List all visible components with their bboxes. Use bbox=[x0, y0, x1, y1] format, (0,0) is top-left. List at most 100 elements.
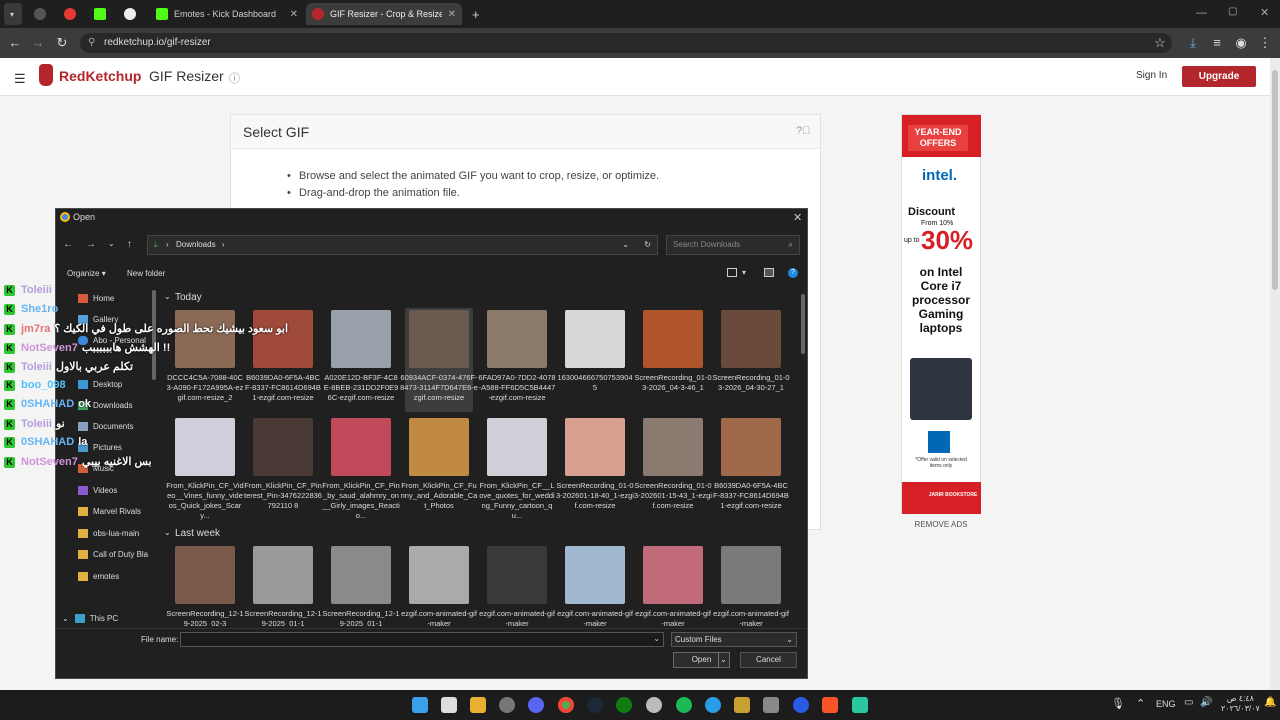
media-icon[interactable]: ≡ bbox=[1209, 35, 1225, 51]
file-thumbnail[interactable] bbox=[175, 310, 235, 368]
file-name[interactable]: From_KlickPin_CF__Love_quotes_for_weddin… bbox=[478, 481, 556, 522]
download-icon[interactable]: ⤓ bbox=[1185, 35, 1201, 51]
app-icon[interactable] bbox=[734, 697, 750, 713]
bookmark-star-icon[interactable]: ☆ bbox=[1152, 35, 1168, 51]
edge-icon[interactable] bbox=[705, 697, 721, 713]
sidebar-item-obs-lua-main[interactable]: obs-lua-main bbox=[78, 529, 139, 538]
file-thumbnail[interactable] bbox=[565, 310, 625, 368]
spotify-icon[interactable] bbox=[676, 697, 692, 713]
file-thumbnail[interactable] bbox=[175, 546, 235, 604]
chevron-down-icon[interactable]: ⌄ bbox=[653, 634, 660, 643]
forward-icon[interactable]: → bbox=[86, 239, 96, 250]
file-name[interactable]: From_KlickPin_CF_Video__Vines_funny_vide… bbox=[166, 481, 244, 522]
open-button[interactable]: Open ⌄ bbox=[673, 652, 730, 668]
close-icon[interactable]: ✕ bbox=[448, 9, 456, 20]
file-thumbnail[interactable] bbox=[487, 418, 547, 476]
file-thumbnail[interactable] bbox=[331, 418, 391, 476]
maximize-icon[interactable]: ▢ bbox=[1228, 6, 1237, 17]
volume-icon[interactable]: 🔊 bbox=[1200, 697, 1212, 708]
file-thumbnail[interactable] bbox=[721, 546, 781, 604]
help-icon[interactable]: ?⃝ bbox=[796, 125, 810, 137]
file-thumbnail[interactable] bbox=[331, 546, 391, 604]
chevron-down-icon[interactable]: ⌄ bbox=[108, 239, 115, 248]
file-name-input[interactable]: ⌄ bbox=[180, 632, 664, 647]
start-icon[interactable] bbox=[412, 697, 428, 713]
sidebar-item-documents[interactable]: Documents bbox=[78, 422, 133, 431]
view-icon[interactable] bbox=[727, 268, 737, 277]
tab-3[interactable] bbox=[118, 3, 144, 25]
file-thumbnail[interactable] bbox=[175, 418, 235, 476]
chevron-down-icon[interactable]: ⌄ bbox=[718, 653, 728, 667]
microphone-icon[interactable]: 🎙 bbox=[1111, 697, 1125, 710]
chrome-icon[interactable] bbox=[558, 697, 574, 713]
tab-kick-dashboard[interactable]: Emotes - Kick Dashboard ✕ bbox=[150, 3, 304, 25]
app-icon[interactable] bbox=[852, 697, 868, 713]
path-bar[interactable]: ⤓ › Downloads › ⌄ ↻ bbox=[147, 235, 658, 255]
file-thumbnail[interactable] bbox=[487, 546, 547, 604]
file-thumbnail[interactable] bbox=[643, 546, 703, 604]
close-window-icon[interactable]: ✕ bbox=[1260, 6, 1269, 19]
ketchup-logo-icon[interactable] bbox=[39, 64, 53, 86]
xbox-icon[interactable] bbox=[616, 697, 632, 713]
chevron-up-icon[interactable]: ⌃ bbox=[1136, 697, 1145, 710]
page-scrollbar-thumb[interactable] bbox=[1272, 70, 1278, 290]
help-icon[interactable]: ? bbox=[788, 268, 798, 278]
app-icon[interactable] bbox=[763, 697, 779, 713]
file-name[interactable]: ScreenRecording_12-19-2025_01-1 bbox=[322, 609, 400, 626]
menu-kebab-icon[interactable]: ⋮ bbox=[1257, 35, 1273, 51]
file-name[interactable]: ScreenRecording_12-19-2025_02-3 bbox=[166, 609, 244, 626]
file-thumbnail[interactable] bbox=[409, 546, 469, 604]
file-name[interactable]: ezgif.com-animated-gif-maker bbox=[634, 609, 712, 626]
file-thumbnail[interactable] bbox=[487, 310, 547, 368]
file-name[interactable]: From_KlickPin_CF_Funny_and_Adorable_Cat_… bbox=[400, 481, 478, 522]
remove-ads-link[interactable]: REMOVE ADS bbox=[901, 520, 981, 529]
forward-icon[interactable]: → bbox=[30, 35, 46, 51]
breadcrumb[interactable]: Downloads bbox=[176, 240, 216, 249]
sidebar-scrollbar[interactable] bbox=[152, 290, 156, 380]
sidebar-item-this-pc[interactable]: ⌄ This PC bbox=[62, 614, 118, 623]
sidebar-item-videos[interactable]: Videos bbox=[78, 486, 117, 495]
tab-list-button[interactable]: ▾ bbox=[4, 3, 22, 25]
sign-in-link[interactable]: Sign In bbox=[1136, 70, 1167, 81]
file-name[interactable]: A020E12D-BF3F-4C8E-8BEB-231DD2F0E96C-ezg… bbox=[322, 373, 400, 414]
file-explorer-icon[interactable] bbox=[470, 697, 486, 713]
store-icon[interactable] bbox=[441, 697, 457, 713]
file-thumbnail[interactable] bbox=[253, 546, 313, 604]
file-name[interactable]: 60934ACF-0374-476F-8473-3114F7D647E6-ezg… bbox=[400, 373, 478, 414]
app-icon[interactable] bbox=[499, 697, 515, 713]
file-name[interactable]: ezgif.com-animated-gif-maker bbox=[400, 609, 478, 626]
profile-icon[interactable]: ◉ bbox=[1233, 35, 1249, 51]
file-thumbnail[interactable] bbox=[721, 310, 781, 368]
file-thumbnail[interactable] bbox=[643, 418, 703, 476]
notification-icon[interactable]: 🔔 bbox=[1264, 697, 1276, 708]
address-bar[interactable]: ⚲ redketchup.io/gif-resizer bbox=[80, 33, 1172, 53]
sidebar-item-home[interactable]: Home bbox=[78, 294, 114, 303]
file-name[interactable]: ezgif.com-animated-gif-maker bbox=[556, 609, 634, 626]
file-thumbnail[interactable] bbox=[253, 418, 313, 476]
file-name[interactable]: 6FAD97A0-7DD2-4078-A588-FF6D5C5B4447-ezg… bbox=[478, 373, 556, 414]
file-thumbnail[interactable] bbox=[331, 310, 391, 368]
file-name[interactable]: ezgif.com-animated-gif-maker bbox=[712, 609, 790, 626]
organize-button[interactable]: Organize ▾ bbox=[67, 269, 106, 278]
back-icon[interactable]: ← bbox=[7, 35, 23, 51]
hamburger-menu-icon[interactable]: ☰ bbox=[14, 71, 26, 87]
file-name[interactable]: B6039DA0-6F5A-4BCF-8337-FC8614D694B1-ezg… bbox=[712, 481, 790, 522]
file-name[interactable]: From_KlickPin_CF_Pin_by_saud_alahmry_on_… bbox=[322, 481, 400, 522]
discord-icon[interactable] bbox=[528, 697, 544, 713]
chevron-down-icon[interactable]: ⌄ bbox=[622, 236, 629, 254]
file-thumbnail[interactable] bbox=[253, 310, 313, 368]
tab-0[interactable] bbox=[28, 3, 54, 25]
network-icon[interactable]: ▭ bbox=[1184, 697, 1193, 708]
file-thumbnail[interactable] bbox=[565, 546, 625, 604]
file-thumbnail[interactable] bbox=[409, 418, 469, 476]
tab-2[interactable] bbox=[88, 3, 114, 25]
sidebar-item-marvel-rivals[interactable]: Marvel Rivals bbox=[78, 507, 141, 516]
search-input[interactable]: Search Downloads ⌕ bbox=[666, 235, 800, 255]
file-name[interactable]: ScreenRecording_12-19-2025_01-1 bbox=[244, 609, 322, 626]
close-icon[interactable]: ✕ bbox=[793, 211, 802, 224]
app-icon[interactable] bbox=[793, 697, 809, 713]
brave-icon[interactable] bbox=[822, 697, 838, 713]
file-thumbnail[interactable] bbox=[721, 418, 781, 476]
steam-icon[interactable] bbox=[587, 697, 603, 713]
tab-gif-resizer[interactable]: GIF Resizer - Crop & Resize Anim ✕ bbox=[306, 3, 462, 25]
